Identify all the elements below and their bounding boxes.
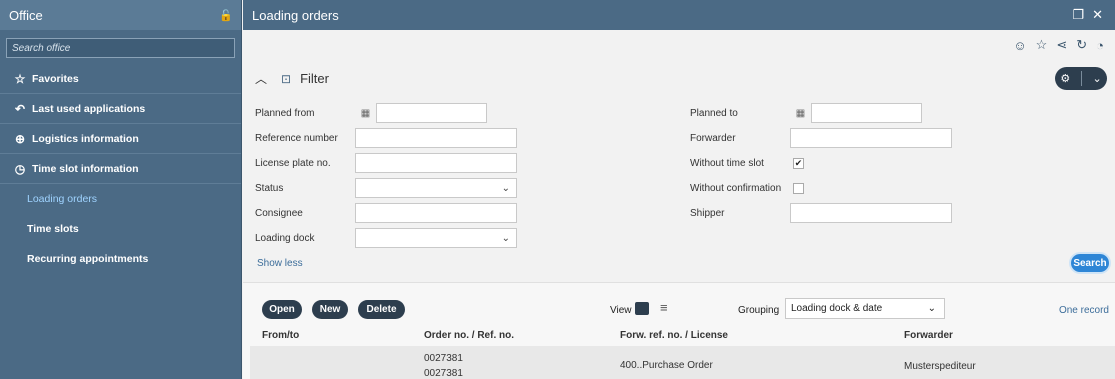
help-icon[interactable]: ◔ xyxy=(1096,38,1113,53)
history-icon: ↶ xyxy=(14,101,26,116)
filter-row: Shipper xyxy=(690,202,952,224)
column-header[interactable]: From/to xyxy=(262,330,299,341)
column-header[interactable]: Order no. / Ref. no. xyxy=(424,330,514,341)
filter-title: Filter xyxy=(300,71,329,86)
field-label: Reference number xyxy=(255,132,338,144)
popout-icon[interactable]: ❐ xyxy=(1072,7,1092,22)
sidebar-item-label: Time slot information xyxy=(32,162,139,175)
field-label: Without confirmation xyxy=(690,182,782,194)
filter-row: Loading dock ⌄ xyxy=(255,227,517,249)
sidebar-item-logistics[interactable]: ⊕ Logistics information xyxy=(0,124,241,154)
chevron-down-icon[interactable]: ⌄ xyxy=(1092,72,1101,85)
grouping-label: Grouping xyxy=(738,305,780,316)
forwarder-cell: Musterspediteur xyxy=(904,361,976,372)
record-count: One record xyxy=(1058,305,1109,316)
view-label: View xyxy=(610,305,632,316)
ref-no-cell: 0027381 xyxy=(424,368,463,379)
filter-row: Without confirmation xyxy=(690,177,804,199)
filter-row: Forwarder xyxy=(690,127,952,149)
close-icon[interactable]: ✕ xyxy=(1092,7,1111,22)
list-view-icon[interactable] xyxy=(635,302,649,315)
filter-row: Reference number xyxy=(255,127,517,149)
field-label: Without time slot xyxy=(690,157,764,169)
field-label: Planned from xyxy=(255,107,315,119)
shipper-input[interactable] xyxy=(790,203,952,223)
planned-to-input[interactable] xyxy=(811,103,922,123)
sidebar-subitem-loading-orders[interactable]: Loading orders xyxy=(0,184,241,214)
show-less-link[interactable]: Show less xyxy=(257,258,303,269)
sidebar-item-label: Favorites xyxy=(32,72,79,85)
order-no-cell: 0027381 xyxy=(424,353,463,364)
without-time-slot-checkbox[interactable]: ✔ xyxy=(793,157,804,169)
field-label: Planned to xyxy=(690,107,738,119)
field-label: Loading dock xyxy=(255,232,315,244)
sidebar-item-last-used[interactable]: ↶ Last used applications xyxy=(0,94,241,124)
filter-row: Status ⌄ xyxy=(255,177,517,199)
column-header[interactable]: Forw. ref. no. / License xyxy=(620,330,728,341)
filter-header[interactable]: ︿ ⊡ Filter xyxy=(255,70,329,87)
filter-row: Planned from ▦ xyxy=(255,102,487,124)
lock-icon[interactable]: 🔓 xyxy=(219,9,233,22)
sidebar: Office 🔓 Search office ☆ Favorites ↶ Las… xyxy=(0,0,242,379)
forwarder-input[interactable] xyxy=(790,128,952,148)
search-button[interactable]: Search xyxy=(1069,252,1111,274)
globe-icon: ⊕ xyxy=(14,131,26,146)
favorite-star-icon[interactable]: ☆ xyxy=(1036,37,1057,53)
field-label: License plate no. xyxy=(255,157,331,169)
window-titlebar: Loading orders ❐✕ xyxy=(243,0,1115,30)
forw-ref-cell: 400..Purchase Order xyxy=(620,360,713,371)
delete-button[interactable]: Delete xyxy=(358,300,405,319)
sidebar-item-time-slot[interactable]: ◷ Time slot information xyxy=(0,154,241,184)
without-confirmation-checkbox[interactable] xyxy=(793,182,804,194)
chevron-down-icon: ⌄ xyxy=(927,303,936,314)
sidebar-item-label: Logistics information xyxy=(32,132,139,145)
chevron-up-icon[interactable]: ︿ xyxy=(255,70,267,87)
sidebar-subitem-time-slots[interactable]: Time slots xyxy=(0,214,241,244)
filter-row: Without time slot ✔ xyxy=(690,152,804,174)
sidebar-item-favorites[interactable]: ☆ Favorites xyxy=(0,64,241,94)
column-header[interactable]: Forwarder xyxy=(904,330,953,341)
chevron-down-icon: ⌄ xyxy=(501,182,510,194)
sidebar-subitem-recurring[interactable]: Recurring appointments xyxy=(0,244,241,274)
sidebar-header: Office 🔓 xyxy=(0,0,241,30)
action-icons: ☺ ☆ ⋖ ↻ ◔ xyxy=(243,30,1115,60)
sidebar-item-label: Last used applications xyxy=(32,102,146,115)
filter-row: License plate no. xyxy=(255,152,517,174)
grouping-select[interactable]: Loading dock & date ⌄ xyxy=(785,298,945,319)
share-icon[interactable]: ⋖ xyxy=(1056,37,1076,53)
field-label: Status xyxy=(255,182,284,194)
field-label: Forwarder xyxy=(690,132,736,144)
grouping-value: Loading dock & date xyxy=(791,303,883,314)
field-label: Shipper xyxy=(690,207,725,219)
window-title: Loading orders xyxy=(252,7,339,23)
consignee-input[interactable] xyxy=(355,203,517,223)
gear-icon[interactable]: ⚙ xyxy=(1060,72,1070,85)
user-icon[interactable]: ☺ xyxy=(1013,38,1035,53)
filter-row: Consignee xyxy=(255,202,517,224)
main-panel: Loading orders ❐✕ ☺ ☆ ⋖ ↻ ◔ ︿ ⊡ Filter ⚙… xyxy=(243,0,1115,379)
filter-icon: ⊡ xyxy=(281,71,292,86)
chevron-down-icon: ⌄ xyxy=(501,232,510,244)
sidebar-title: Office xyxy=(9,7,43,23)
license-plate-input[interactable] xyxy=(355,153,517,173)
loading-dock-select[interactable]: ⌄ xyxy=(355,228,517,248)
field-label: Consignee xyxy=(255,207,303,219)
star-icon: ☆ xyxy=(14,71,26,86)
refresh-icon[interactable]: ↻ xyxy=(1076,37,1096,53)
planned-from-input[interactable] xyxy=(376,103,487,123)
open-button[interactable]: Open xyxy=(262,300,302,319)
clock-icon: ◷ xyxy=(14,161,26,176)
search-office-input[interactable]: Search office xyxy=(6,38,235,58)
calendar-icon[interactable]: ▦ xyxy=(355,103,376,123)
compact-view-icon[interactable]: ≡ xyxy=(660,300,668,315)
status-select[interactable]: ⌄ xyxy=(355,178,517,198)
reference-number-input[interactable] xyxy=(355,128,517,148)
new-button[interactable]: New xyxy=(312,300,348,319)
settings-menu-button[interactable]: ⚙ ⌄ xyxy=(1055,67,1107,90)
calendar-icon[interactable]: ▦ xyxy=(790,103,811,123)
filter-row: Planned to ▦ xyxy=(690,102,922,124)
